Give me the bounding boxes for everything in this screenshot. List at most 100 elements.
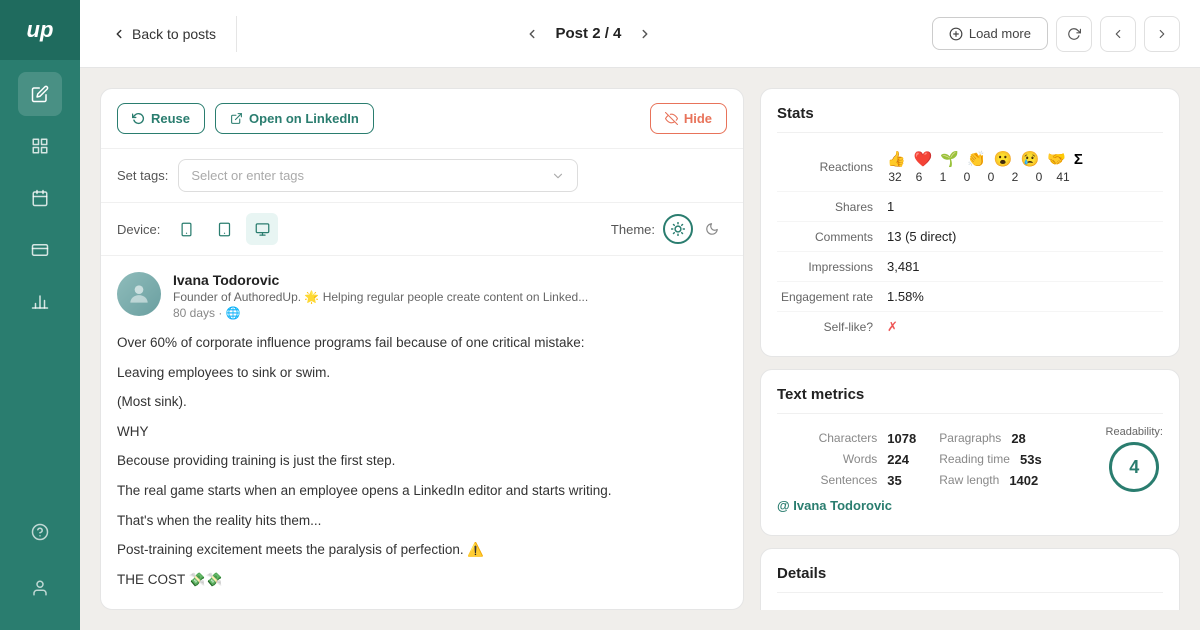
reaction-like-icon: 👍 xyxy=(887,150,906,168)
shares-value: 1 xyxy=(887,199,894,214)
reactions-row: Reactions 👍 ❤️ 🌱 👏 😮 😢 🤝 Σ xyxy=(777,145,1163,189)
self-like-row: Self-like? ✗ xyxy=(777,314,1163,340)
paragraphs-value: 28 xyxy=(1005,431,1049,446)
readability-section: Readability: 4 xyxy=(1106,426,1163,492)
reaction-count-total: 41 xyxy=(1055,170,1071,184)
sentences-label: Sentences xyxy=(821,473,878,487)
load-more-button[interactable]: Load more xyxy=(932,17,1048,50)
post-line-6: The real game starts when an employee op… xyxy=(117,480,727,502)
reuse-button[interactable]: Reuse xyxy=(117,103,205,134)
theme-section: Theme: xyxy=(611,214,727,244)
device-tablet-button[interactable] xyxy=(208,213,240,245)
impressions-label: Impressions xyxy=(777,260,887,274)
sidebar-icon-user[interactable] xyxy=(18,566,62,610)
reaction-funny-icon: 🤝 xyxy=(1047,150,1066,168)
topbar-right: Load more xyxy=(932,16,1180,52)
reuse-icon xyxy=(132,112,145,125)
details-card: Details URN urn:li:share:712874169655674… xyxy=(760,548,1180,610)
stats-title: Stats xyxy=(777,105,1163,133)
post-line-7: That's when the reality hits them... xyxy=(117,510,727,532)
tags-select[interactable]: Select or enter tags xyxy=(178,159,578,192)
avatar xyxy=(117,272,161,316)
prev-post-button[interactable] xyxy=(518,20,546,48)
sidebar-icon-calendar[interactable] xyxy=(18,176,62,220)
reaction-heart-icon: ❤️ xyxy=(914,150,933,168)
post-meta: Ivana Todorovic Founder of AuthoredUp. 🌟… xyxy=(173,272,727,320)
reactions-label: Reactions xyxy=(777,160,887,174)
sidebar: up xyxy=(0,0,80,630)
reading-time-value: 53s xyxy=(1014,452,1058,467)
engagement-label: Engagement rate xyxy=(777,290,887,304)
author-link[interactable]: @ Ivana Todorovic xyxy=(777,492,1163,519)
panel-toolbar: Reuse Open on LinkedIn Hide xyxy=(101,89,743,149)
tags-row: Set tags: Select or enter tags xyxy=(101,149,743,203)
post-line-4: WHY xyxy=(117,421,727,443)
text-metrics-title: Text metrics xyxy=(777,386,1163,414)
topbar-divider xyxy=(236,16,237,52)
post-author: Ivana Todorovic xyxy=(173,272,727,288)
external-link-icon xyxy=(230,112,243,125)
device-label: Device: xyxy=(117,222,160,237)
sidebar-icon-layers[interactable] xyxy=(18,228,62,272)
sentences-item: Sentences 35 xyxy=(777,470,935,491)
raw-length-item: Raw length 1402 xyxy=(935,470,1093,491)
details-title: Details xyxy=(777,565,1163,593)
next-post-button[interactable] xyxy=(631,20,659,48)
content-area: Reuse Open on LinkedIn Hide xyxy=(80,68,1200,630)
paragraphs-label: Paragraphs xyxy=(939,431,1001,445)
post-line-8: Post-training excitement meets the paral… xyxy=(117,539,727,561)
reaction-total-icon: Σ xyxy=(1074,151,1083,168)
logo: up xyxy=(0,0,80,60)
plus-icon xyxy=(949,27,963,41)
avatar-image xyxy=(126,281,152,307)
characters-label: Characters xyxy=(819,431,878,445)
reaction-clap-icon: 👏 xyxy=(967,150,986,168)
open-linkedin-button[interactable]: Open on LinkedIn xyxy=(215,103,374,134)
refresh-button[interactable] xyxy=(1056,16,1092,52)
words-item: Words 224 xyxy=(777,449,935,470)
post-navigation: Post 2 / 4 xyxy=(245,20,932,48)
reaction-count-clap: 0 xyxy=(959,170,975,184)
hide-button[interactable]: Hide xyxy=(650,103,727,134)
reactions-wrapper: 👍 ❤️ 🌱 👏 😮 😢 🤝 Σ 32 6 1 xyxy=(887,150,1083,184)
nav-back-button[interactable] xyxy=(1100,16,1136,52)
reactions-icons: 👍 ❤️ 🌱 👏 😮 😢 🤝 Σ xyxy=(887,150,1083,168)
back-to-posts-button[interactable]: Back to posts xyxy=(100,18,228,50)
sentences-value: 35 xyxy=(881,473,931,488)
metrics-col-left: Characters 1078 Words 224 Sentences 35 xyxy=(777,428,935,491)
right-panel: Stats Reactions 👍 ❤️ 🌱 👏 😮 😢 🤝 xyxy=(760,88,1180,610)
refresh-icon xyxy=(1067,27,1081,41)
reaction-support-icon: 😢 xyxy=(1020,150,1039,168)
reaction-count-support: 2 xyxy=(1007,170,1023,184)
reaction-count-funny: 0 xyxy=(1031,170,1047,184)
impressions-row: Impressions 3,481 xyxy=(777,254,1163,279)
reaction-curious-icon: 😮 xyxy=(994,150,1013,168)
reaction-count-heart: 6 xyxy=(911,170,927,184)
sidebar-icon-grid[interactable] xyxy=(18,124,62,168)
self-like-label: Self-like? xyxy=(777,320,887,334)
device-mobile-button[interactable] xyxy=(170,213,202,245)
device-icons xyxy=(170,213,278,245)
reactions-counts: 32 6 1 0 0 2 0 41 xyxy=(887,170,1083,184)
main-area: Back to posts Post 2 / 4 Loa xyxy=(80,0,1200,630)
urn-row: URN urn:li:share:7128741696556740609 xyxy=(777,605,1163,610)
theme-dark-button[interactable] xyxy=(697,214,727,244)
shares-label: Shares xyxy=(777,200,887,214)
theme-light-button[interactable] xyxy=(663,214,693,244)
nav-forward-button[interactable] xyxy=(1144,16,1180,52)
eye-off-icon xyxy=(665,112,678,125)
sidebar-icon-chart[interactable] xyxy=(18,280,62,324)
reaction-celebrate-icon: 🌱 xyxy=(940,150,959,168)
tags-placeholder: Select or enter tags xyxy=(191,168,304,183)
post-line-2: Leaving employees to sink or swim. xyxy=(117,362,727,384)
tags-label: Set tags: xyxy=(117,168,168,183)
comments-row: Comments 13 (5 direct) xyxy=(777,224,1163,249)
sidebar-icon-help[interactable] xyxy=(18,510,62,554)
device-desktop-button[interactable] xyxy=(246,213,278,245)
post-line-1: Over 60% of corporate influence programs… xyxy=(117,332,727,354)
metrics-left: Characters 1078 Words 224 Sentences 35 xyxy=(777,428,1094,491)
device-row: Device: xyxy=(101,203,743,256)
engagement-row: Engagement rate 1.58% xyxy=(777,284,1163,309)
back-arrow-icon xyxy=(112,27,126,41)
sidebar-icon-edit[interactable] xyxy=(18,72,62,116)
